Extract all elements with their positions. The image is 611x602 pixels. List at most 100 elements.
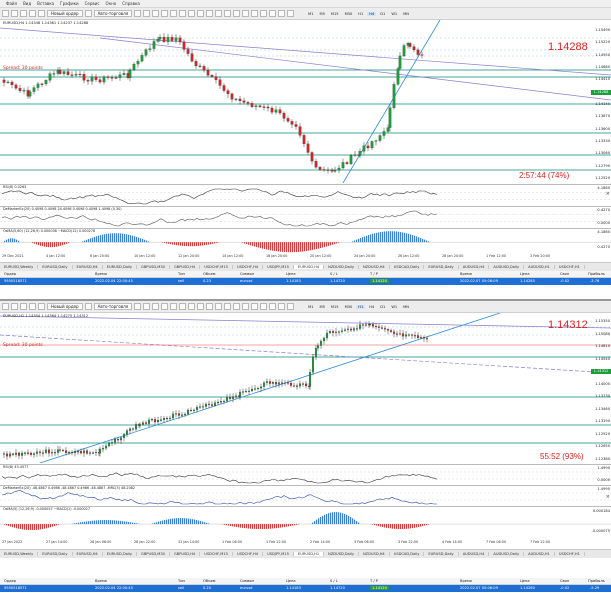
tf-m30[interactable]: M30	[343, 305, 355, 309]
chart-tab[interactable]: EURUSD,Daily	[424, 265, 458, 269]
editor-icon[interactable]	[85, 303, 92, 310]
chart-tab[interactable]: EURUSD,Daily	[38, 552, 72, 556]
chart-tab[interactable]: GBPUSD,M30	[137, 265, 170, 269]
macd-pane-top[interactable]: OsMA(5,60) (12,26,9) 0.000038 ~MACD(12) …	[0, 228, 611, 253]
tf-m15[interactable]: M15	[329, 12, 341, 16]
terminal-icon[interactable]	[38, 303, 45, 310]
navigator-icon[interactable]	[29, 10, 36, 17]
menu-file[interactable]: Файл	[6, 1, 17, 6]
fibo-icon[interactable]	[278, 303, 285, 310]
chart-tab[interactable]: NZDUSD,H4	[359, 265, 390, 269]
autoscroll-icon[interactable]	[188, 303, 195, 310]
macd-pane-bottom[interactable]: OsMA(5) (12,26,9) -0.000057 ~MACD(1) -0.…	[0, 506, 611, 538]
zoom-in-icon[interactable]	[161, 10, 168, 17]
order-row-bottom[interactable]: 59505185712022.02.04 22:00:45sell0.20eur…	[0, 585, 611, 592]
tf-h4[interactable]: H4	[367, 12, 376, 16]
tf-w1[interactable]: W1	[389, 12, 399, 16]
orders-column-header[interactable]: Цена	[520, 272, 530, 276]
autoscroll-icon[interactable]	[188, 10, 195, 17]
tf-mn[interactable]: MN	[401, 305, 411, 309]
chart-tab[interactable]: EURUSD,H4	[294, 265, 324, 269]
price-chart-top[interactable]: EURUSD,H4 1.14348 1.14361 1.14237 1.1428…	[0, 20, 611, 183]
chart-tab[interactable]: GBPUSD,H4	[170, 265, 200, 269]
osc-pane-bottom[interactable]: DeMarkerEx(20) -48.4867 0.4986 -48.4867 …	[0, 485, 611, 506]
candle-chart-icon[interactable]	[143, 303, 150, 310]
trendline-icon[interactable]	[260, 10, 267, 17]
orders-column-header[interactable]: S / L	[330, 579, 338, 583]
profiles-icon[interactable]	[11, 303, 18, 310]
market-watch-icon[interactable]	[20, 303, 27, 310]
orders-column-header[interactable]: Прибыль	[588, 579, 605, 583]
hline-icon[interactable]	[251, 10, 258, 17]
hline-icon[interactable]	[251, 303, 258, 310]
fibo-icon[interactable]	[278, 10, 285, 17]
indicators-icon[interactable]	[206, 303, 213, 310]
market-watch-icon[interactable]	[20, 10, 27, 17]
text-icon[interactable]	[287, 10, 294, 17]
chart-shift-icon[interactable]	[197, 10, 204, 17]
menu-tools[interactable]: Сервис	[85, 1, 100, 6]
rsi-pane-bottom[interactable]: RSI(8) 43.4577 1.4990 0.0000	[0, 464, 611, 485]
orders-column-header[interactable]: Объем	[203, 579, 216, 583]
menu-help[interactable]: Справка	[122, 1, 140, 6]
tf-h1[interactable]: H1	[356, 305, 365, 309]
orders-column-header[interactable]: T / P	[370, 272, 378, 276]
price-chart-bottom[interactable]: EURUSD,H1 1.14354 1.14364 1.14275 1.1431…	[0, 313, 611, 463]
templates-icon[interactable]	[224, 303, 231, 310]
orders-column-header[interactable]: Ордер	[4, 272, 16, 276]
orders-column-header[interactable]: Тип	[178, 579, 185, 583]
tf-m5[interactable]: M5	[317, 12, 326, 16]
chart-tab[interactable]: USDCHF,M15	[200, 265, 233, 269]
orders-column-header[interactable]: Тип	[178, 272, 185, 276]
orders-column-header[interactable]: T / P	[370, 579, 378, 583]
orders-column-header[interactable]: S / L	[330, 272, 338, 276]
chart-tab[interactable]: EURUSD,Daily	[103, 552, 137, 556]
tf-m30[interactable]: M30	[343, 12, 355, 16]
orders-column-header[interactable]: Цена	[520, 579, 530, 583]
chart-tab[interactable]: EURUSD,Weekly	[0, 552, 38, 556]
chart-tab[interactable]: EURUSD,Weekly	[0, 265, 38, 269]
close-icon[interactable]: ×	[606, 494, 610, 500]
chart-tab[interactable]: EURUSD,H4	[73, 552, 103, 556]
chart-tab[interactable]: AUDUSD,Daily	[489, 265, 524, 269]
osc-pane-top[interactable]: DeMarkerEx(20) 0.4098 0.4098 24.4098 0.4…	[0, 206, 611, 228]
line-chart-icon[interactable]	[152, 303, 159, 310]
tf-m1[interactable]: M1	[306, 305, 315, 309]
new-order-button[interactable]: Новый ордер	[47, 10, 83, 17]
tf-m5[interactable]: M5	[317, 305, 326, 309]
orders-column-header[interactable]: Время	[460, 579, 472, 583]
orders-column-header[interactable]: Время	[95, 272, 107, 276]
tf-mn[interactable]: MN	[401, 12, 411, 16]
chart-tab[interactable]: EURUSD,H1	[294, 552, 324, 556]
vline-icon[interactable]	[242, 10, 249, 17]
line-chart-icon[interactable]	[152, 10, 159, 17]
profiles-icon[interactable]	[11, 10, 18, 17]
crosshair-icon[interactable]	[233, 10, 240, 17]
orders-column-header[interactable]: Время	[95, 579, 107, 583]
tf-d1[interactable]: D1	[378, 305, 387, 309]
chart-tab[interactable]: USDCHF,H4	[233, 552, 263, 556]
trendline-icon[interactable]	[260, 303, 267, 310]
order-row-top[interactable]: 59505185712022.02.04 22:00:45sell0.23eur…	[0, 278, 611, 285]
vline-icon[interactable]	[242, 303, 249, 310]
chart-tab[interactable]: EURUSD,Daily	[103, 265, 137, 269]
chart-shift-icon[interactable]	[197, 303, 204, 310]
chart-tab[interactable]: USDCHF,H1	[555, 265, 585, 269]
bar-chart-icon[interactable]	[134, 10, 141, 17]
chart-tab[interactable]: USDCAD,Daily	[390, 552, 425, 556]
chart-tab[interactable]: AUDUSD,Daily	[489, 552, 524, 556]
periods-icon[interactable]	[215, 10, 222, 17]
chart-tab[interactable]: USDCHF,H4	[233, 265, 263, 269]
chart-tab[interactable]: NZDUSD,Daily	[324, 552, 359, 556]
auto-trading-button[interactable]: Авто-торговля	[94, 303, 133, 310]
terminal-icon[interactable]	[38, 10, 45, 17]
zoom-out-icon[interactable]	[170, 10, 177, 17]
orders-column-header[interactable]: Своп	[560, 579, 569, 583]
orders-column-header[interactable]: Своп	[560, 272, 569, 276]
editor-icon[interactable]	[85, 10, 92, 17]
chart-tab[interactable]: AUDUSD,H4	[459, 552, 490, 556]
chart-tab[interactable]: USDCHF,H1	[555, 552, 585, 556]
new-order-button[interactable]: Новый ордер	[47, 303, 83, 310]
text-icon[interactable]	[287, 303, 294, 310]
chart-tab[interactable]: EURUSD,Daily	[38, 265, 72, 269]
